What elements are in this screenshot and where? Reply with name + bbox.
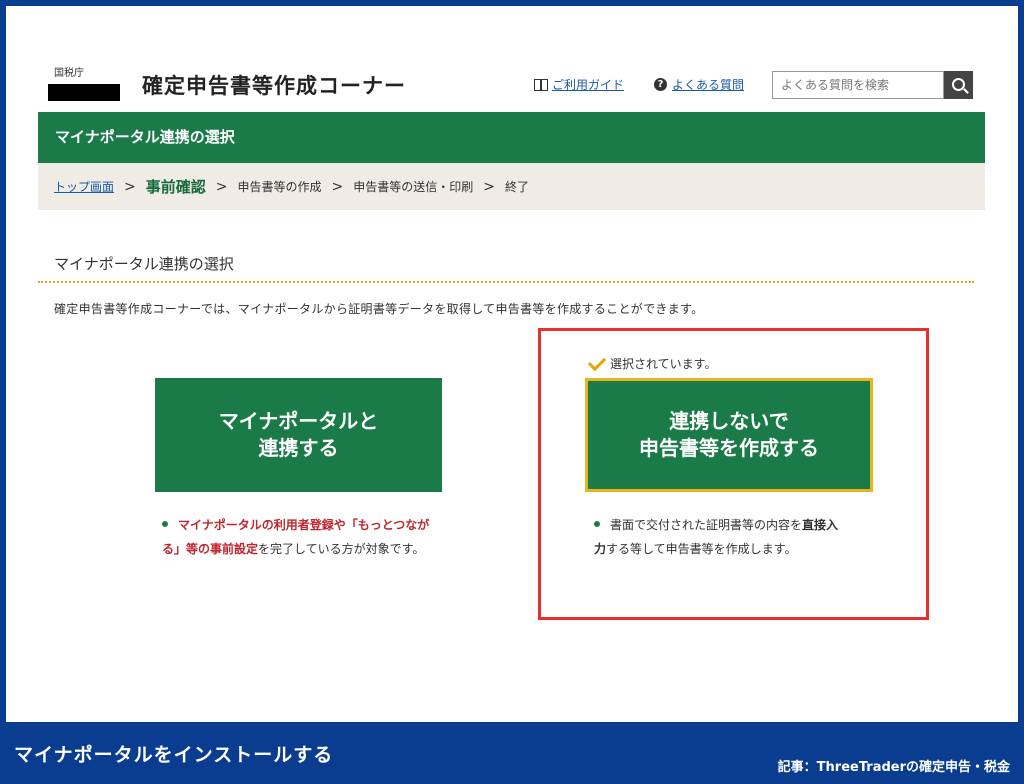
link-option-note: マイナポータルの利用者登録や「もっとつながる」等の事前設定を完了している方が対象… [162, 513, 430, 561]
caption-credit: 記事：ThreeTraderの確定申告・税金 [777, 760, 1010, 775]
guide-link[interactable]: ご利用ガイド [534, 76, 624, 93]
bullet [162, 520, 168, 527]
search-button[interactable] [944, 71, 973, 99]
selected-label: 選択されています。 [610, 357, 717, 371]
breadcrumb-separator: > [331, 178, 344, 195]
redacted-logo [48, 84, 120, 101]
section-heading: マイナポータル連携の選択 [54, 255, 234, 273]
selected-indicator: 選択されています。 [587, 352, 717, 372]
faq-link[interactable]: ? よくある質問 [654, 76, 744, 93]
guide-link-label: ご利用ガイド [552, 78, 625, 92]
breadcrumb-step: 申告書等の作成 [237, 180, 322, 194]
no-link-option-note: 書面で交付された証明書等の内容を直接入力する等して申告書等を作成します。 [594, 513, 850, 561]
book-icon [534, 78, 548, 91]
link-button-line1: マイナポータルと [218, 409, 379, 433]
faq-link-label: よくある質問 [672, 78, 745, 92]
no-link-note-pre: 書面で交付された証明書等の内容を [610, 518, 803, 532]
question-circle-icon: ? [654, 78, 667, 91]
breadcrumb: トップ画面 > 事前確認 > 申告書等の作成 > 申告書等の送信・印刷 > 終了 [38, 163, 985, 210]
no-link-button-line1: 連携しないで [669, 409, 789, 433]
no-link-create-button[interactable]: 連携しないで 申告書等を作成する [585, 378, 873, 492]
search-icon [952, 78, 965, 91]
page-title: マイナポータル連携の選択 [38, 112, 985, 163]
site-title[interactable]: 確定申告書等作成コーナー [142, 70, 406, 100]
caption-title: マイナポータルをインストールする [14, 744, 334, 766]
breadcrumb-separator: > [124, 178, 136, 195]
no-link-note-post: する等して申告書等を作成します。 [606, 542, 797, 556]
agency-label: 国税庁 [54, 68, 84, 79]
section-description: 確定申告書等作成コーナーでは、マイナポータルから証明書等データを取得して申告書等… [54, 302, 704, 316]
check-icon [587, 352, 607, 371]
section-divider [38, 281, 974, 283]
link-mynaportal-button[interactable]: マイナポータルと 連携する [155, 378, 442, 492]
faq-search-input[interactable] [772, 71, 944, 99]
breadcrumb-home[interactable]: トップ画面 [54, 178, 114, 195]
breadcrumb-separator: > [215, 178, 228, 195]
breadcrumb-step: 申告書等の送信・印刷 [353, 180, 474, 194]
link-note-text: を完了している方が対象です。 [258, 542, 425, 556]
breadcrumb-separator: > [483, 178, 495, 195]
bullet [594, 520, 600, 527]
link-button-line2: 連携する [258, 436, 339, 460]
breadcrumb-step: 終了 [505, 180, 530, 194]
breadcrumb-current: 事前確認 [145, 178, 206, 196]
no-link-button-line2: 申告書等を作成する [639, 436, 819, 460]
